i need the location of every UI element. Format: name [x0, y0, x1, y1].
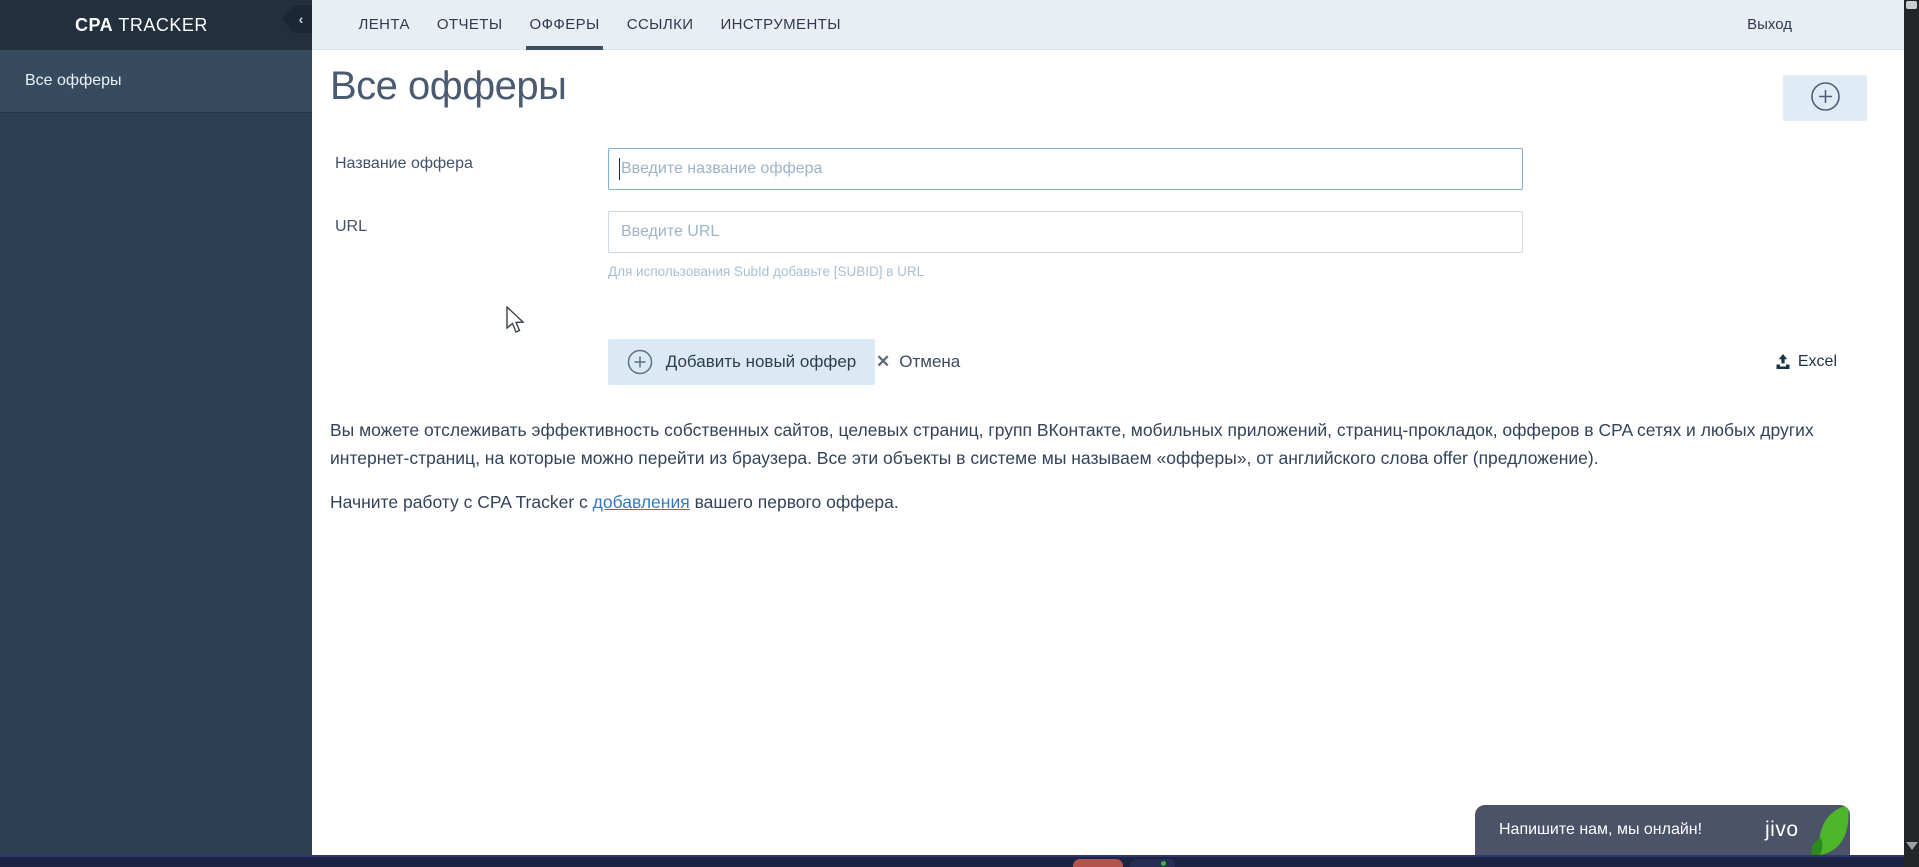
sidebar-item-all-offers[interactable]: Все офферы — [0, 50, 312, 113]
add-offer-link[interactable]: добавления — [593, 492, 690, 512]
cancel-label: Отмена — [899, 352, 961, 371]
page-scrollbar[interactable] — [1904, 0, 1919, 867]
chat-widget[interactable]: Напишите нам, мы онлайн! jivo — [1475, 805, 1850, 855]
app-logo: CPA TRACKER — [75, 0, 208, 50]
excel-label: Excel — [1797, 353, 1837, 370]
top-navigation: ЛЕНТА ОТЧЕТЫ ОФФЕРЫ ССЫЛКИ ИНСТРУМЕНТЫ В… — [312, 0, 1904, 50]
upload-icon — [1775, 354, 1791, 370]
url-label: URL — [335, 218, 368, 235]
sidebar-item-label: Все офферы — [25, 72, 122, 89]
chevron-left-icon: ‹ — [298, 11, 304, 27]
app-window: CPA TRACKER ‹ Все офферы ЛЕНТА ОТЧЕТЫ ОФ… — [0, 0, 1919, 867]
subid-hint: Для использования SubId добавьте [SUBID]… — [608, 264, 925, 279]
tab-lenta[interactable]: ЛЕНТА — [345, 0, 423, 49]
excel-export-button[interactable]: Excel — [1775, 339, 1837, 385]
plus-circle-icon — [627, 349, 653, 375]
plus-circle-icon — [1810, 81, 1841, 115]
url-input[interactable] — [608, 211, 1523, 253]
add-offer-submit-label: Добавить новый оффер — [665, 352, 857, 371]
jivo-leaf-icon — [1810, 805, 1850, 855]
tab-offery[interactable]: ОФФЕРЫ — [516, 0, 613, 50]
cancel-button[interactable]: ✕ Отмена — [876, 339, 960, 385]
sidebar: CPA TRACKER ‹ Все офферы — [0, 0, 312, 855]
sidebar-header: CPA TRACKER ‹ — [0, 0, 312, 50]
intro-paragraph: Вы можете отслеживать эффективность собс… — [330, 420, 1814, 468]
chat-message: Напишите нам, мы онлайн! — [1499, 821, 1703, 838]
logo-rest: TRACKER — [113, 15, 208, 35]
paragraph2-before: Начните работу с CPA Tracker с — [330, 492, 593, 512]
background-taskbar — [0, 855, 1904, 867]
tab-instrumenty[interactable]: ИНСТРУМЕНТЫ — [707, 0, 855, 49]
tab-ssylki[interactable]: ССЫЛКИ — [613, 0, 707, 49]
offer-name-input[interactable] — [608, 148, 1523, 190]
taskbar-green-dot — [1161, 861, 1166, 866]
getting-started-paragraph: Начните работу с CPA Tracker с добавлени… — [330, 488, 1860, 516]
text-caret — [619, 158, 620, 180]
nav-tabs: ЛЕНТА ОТЧЕТЫ ОФФЕРЫ ССЫЛКИ ИНСТРУМЕНТЫ — [345, 0, 855, 50]
taskbar-dark-button — [1130, 859, 1175, 867]
close-icon: ✕ — [876, 352, 891, 371]
main-content: Все офферы Название оффера URL Для испол… — [312, 50, 1904, 855]
scrollbar-down-arrow-icon[interactable] — [1905, 842, 1918, 850]
page-title: Все офферы — [330, 64, 567, 108]
logout-link[interactable]: Выход — [1747, 0, 1792, 49]
sidebar-collapse-button[interactable]: ‹ — [282, 5, 312, 33]
add-offer-submit-button[interactable]: Добавить новый оффер — [608, 339, 875, 385]
jivo-logo: jivo — [1765, 818, 1799, 841]
taskbar-red-button — [1073, 859, 1123, 867]
add-offer-top-button[interactable] — [1783, 75, 1867, 121]
offer-name-label: Название оффера — [335, 155, 473, 172]
scrollbar-up-button[interactable] — [1906, 1, 1917, 9]
paragraph2-after: вашего первого оффера. — [689, 492, 899, 512]
tab-otchety[interactable]: ОТЧЕТЫ — [423, 0, 516, 49]
logo-bold: CPA — [75, 15, 114, 35]
